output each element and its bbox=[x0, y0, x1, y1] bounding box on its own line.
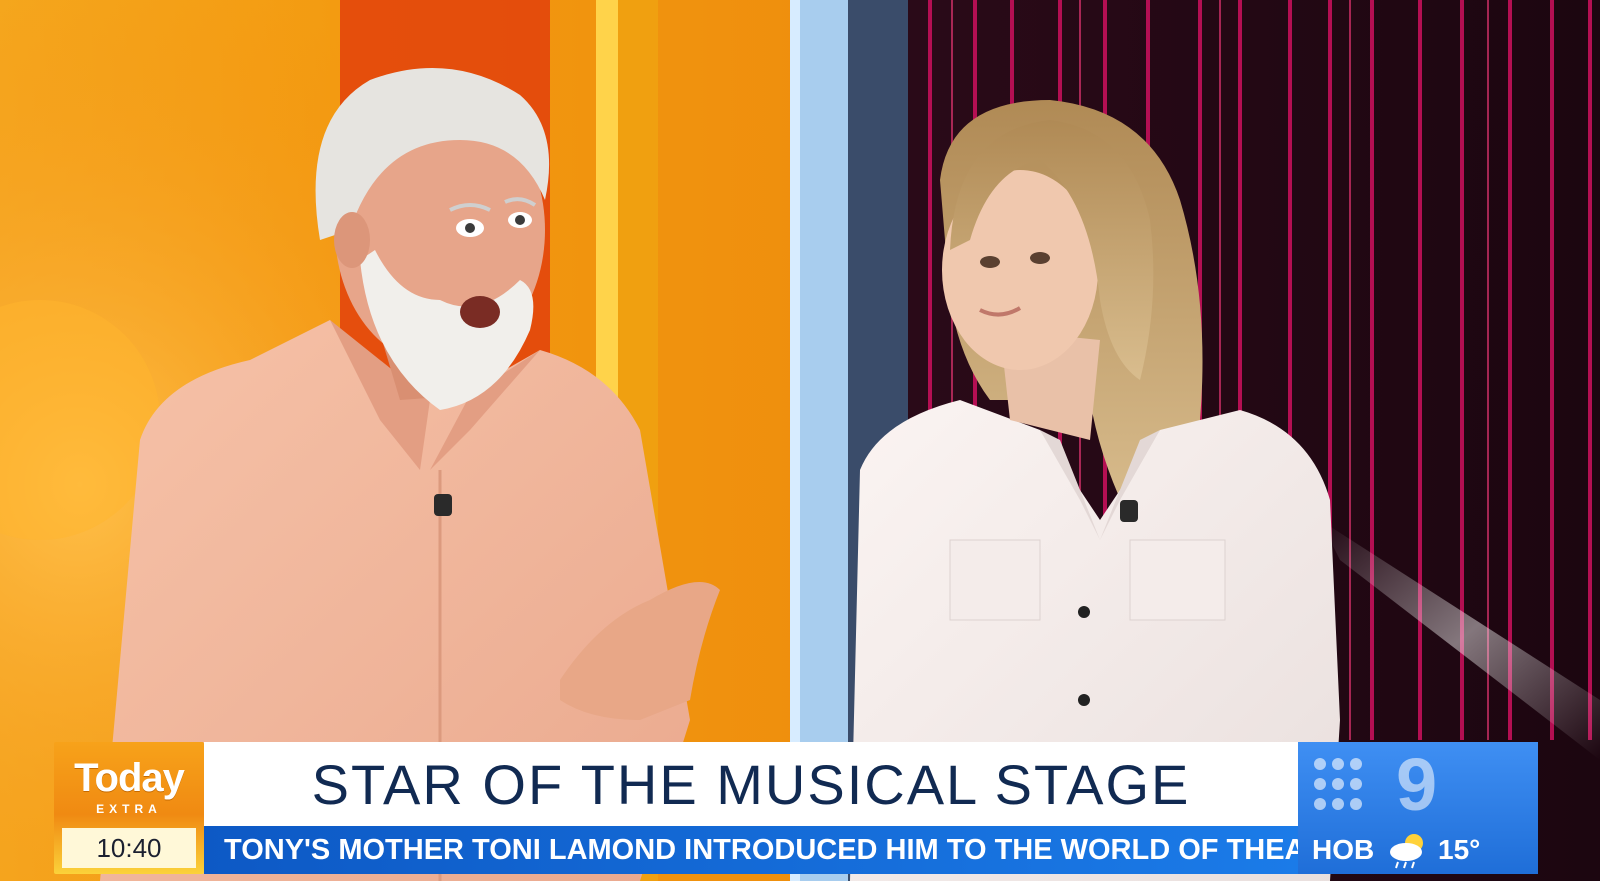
man-mouth bbox=[460, 296, 500, 328]
tv-studio-scene bbox=[0, 0, 1600, 881]
lapel-mic bbox=[434, 494, 452, 516]
lapel-mic-2 bbox=[1120, 500, 1138, 522]
pocket-right bbox=[1129, 539, 1226, 621]
pocket-left bbox=[949, 539, 1041, 621]
